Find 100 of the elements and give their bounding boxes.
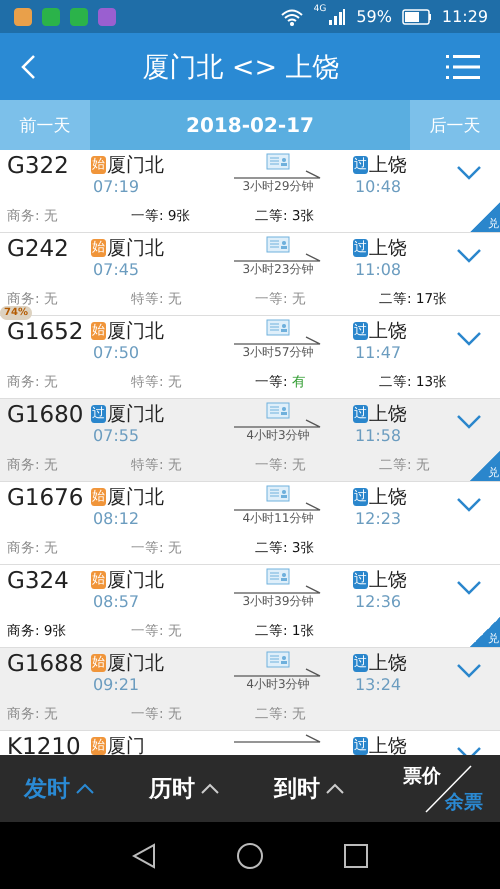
expand-icon[interactable] <box>456 663 482 678</box>
id-card-icon <box>266 402 290 419</box>
network-type: 4G <box>314 4 326 14</box>
sort-toggle[interactable]: 余票 <box>445 788 483 814</box>
seat-availability: 商务: 无 <box>7 539 59 557</box>
station-tag: 始 <box>91 239 106 257</box>
departure-time: 08:12 <box>93 509 140 528</box>
seat-availability: 商务: 9张 <box>7 622 68 640</box>
seat-availability: 二等: 13张 <box>379 373 448 391</box>
seat-availability: 商务: 无 <box>7 290 59 308</box>
departure-time: 09:21 <box>93 675 140 694</box>
departure-station: 厦门北 <box>107 319 164 343</box>
departure-station: 厦门北 <box>107 651 164 675</box>
station-tag: 过 <box>353 156 368 174</box>
trip-duration: 4小时3分钟 <box>246 427 310 444</box>
seat-availability: 商务: 无 <box>7 373 59 391</box>
app-icon <box>98 8 116 26</box>
seat-availability: 一等: 无 <box>255 456 307 474</box>
seat-availability: 一等: 9张 <box>131 207 192 225</box>
arrival-station: 上饶 <box>369 319 407 343</box>
seat-availability: 一等: 有 <box>255 373 307 391</box>
expand-icon[interactable] <box>456 580 482 595</box>
signal-icon <box>328 8 346 26</box>
arrival-station: 上饶 <box>369 651 407 675</box>
wifi-icon <box>280 8 304 26</box>
departure-station: 厦门北 <box>107 485 164 509</box>
train-row[interactable]: G1680 过 厦门北 07:55 4小时3分钟 过上饶 11:58 商务: 无 特等: 无 一等: 无 二等: 无 兑 <box>0 399 500 482</box>
station-tag: 过 <box>353 654 368 672</box>
expand-icon[interactable] <box>456 331 482 346</box>
seat-availability: 特等: 无 <box>131 373 183 391</box>
exchange-badge: 兑 <box>470 202 500 232</box>
trip-duration: 3小时57分钟 <box>242 344 314 361</box>
trip-duration: 4小时11分钟 <box>242 510 314 527</box>
id-card-icon <box>266 319 290 336</box>
recents-icon[interactable] <box>344 844 368 868</box>
departure-station: 厦门北 <box>107 568 164 592</box>
caret-icon <box>201 783 219 794</box>
id-card-icon <box>266 568 290 585</box>
expand-icon[interactable] <box>456 414 482 429</box>
station-tag: 过 <box>353 405 368 423</box>
sort-button[interactable]: 到时 <box>274 773 399 804</box>
train-number: K1210 <box>7 734 82 755</box>
trip-duration: 3小时39分钟 <box>242 593 314 610</box>
expand-icon[interactable] <box>456 165 482 180</box>
exchange-badge: 兑 <box>470 617 500 647</box>
home-icon[interactable] <box>236 842 264 870</box>
train-number: G1676 <box>7 485 84 511</box>
arrival-station: 上饶 <box>369 485 407 509</box>
seat-availability: 二等: 17张 <box>379 290 448 308</box>
departure-time: 07:55 <box>93 426 140 445</box>
arrival-time: 10:48 <box>355 177 402 196</box>
seat-availability: 商务: 无 <box>7 705 59 723</box>
expand-icon[interactable] <box>456 248 482 263</box>
seat-availability: 二等: 1张 <box>255 622 316 640</box>
seat-availability: 一等: 无 <box>255 290 307 308</box>
sort-button[interactable]: 发时 <box>24 773 149 804</box>
app-icon <box>42 8 60 26</box>
seat-availability: 二等: 3张 <box>255 539 316 557</box>
sort-toggle[interactable]: 票价 <box>403 762 441 788</box>
seat-availability: 特等: 无 <box>131 456 183 474</box>
seat-availability: 一等: 无 <box>131 539 183 557</box>
expand-icon[interactable] <box>456 497 482 512</box>
station-tag: 始 <box>91 156 106 174</box>
app-icon <box>14 8 32 26</box>
train-number: G1652 <box>7 319 84 345</box>
station-tag: 始 <box>91 571 106 589</box>
clock: 11:29 <box>442 7 488 26</box>
sort-button[interactable]: 历时 <box>149 773 274 804</box>
exchange-badge: 兑 <box>470 451 500 481</box>
seat-availability: 二等: 3张 <box>255 207 316 225</box>
seat-availability: 一等: 无 <box>131 705 183 723</box>
arrival-time: 12:23 <box>355 509 402 528</box>
trip-duration: 4小时3分钟 <box>246 676 310 693</box>
station-tag: 过 <box>91 405 106 423</box>
arrival-station: 上饶 <box>369 734 407 755</box>
trip-duration: 3小时29分钟 <box>242 178 314 195</box>
arrival-time: 13:24 <box>355 675 402 694</box>
station-tag: 过 <box>353 488 368 506</box>
arrival-time: 11:47 <box>355 343 402 362</box>
arrival-station: 上饶 <box>369 236 407 260</box>
train-number: G1688 <box>7 651 84 677</box>
train-row[interactable]: G1688 始 厦门北 09:21 4小时3分钟 过上饶 13:24 商务: 无 一等: 无 二等: 无 <box>0 648 500 731</box>
seat-availability: 一等: 无 <box>131 622 183 640</box>
departure-station: 厦门北 <box>107 236 164 260</box>
seat-availability: 商务: 无 <box>7 207 59 225</box>
train-number: G322 <box>7 153 70 179</box>
station-tag: 始 <box>91 654 106 672</box>
battery-percent: 59% <box>356 7 392 26</box>
seat-availability: 二等: 无 <box>379 456 431 474</box>
station-tag: 过 <box>353 737 368 755</box>
arrival-station: 上饶 <box>369 153 407 177</box>
menu-icon[interactable] <box>446 54 480 80</box>
station-tag: 过 <box>353 239 368 257</box>
caret-icon <box>326 783 344 794</box>
back-icon[interactable] <box>132 842 156 868</box>
arrival-time: 11:08 <box>355 260 402 279</box>
departure-time: 07:19 <box>93 177 140 196</box>
caret-icon <box>76 783 94 794</box>
id-card-icon <box>266 236 290 253</box>
departure-station: 厦门北 <box>107 153 164 177</box>
